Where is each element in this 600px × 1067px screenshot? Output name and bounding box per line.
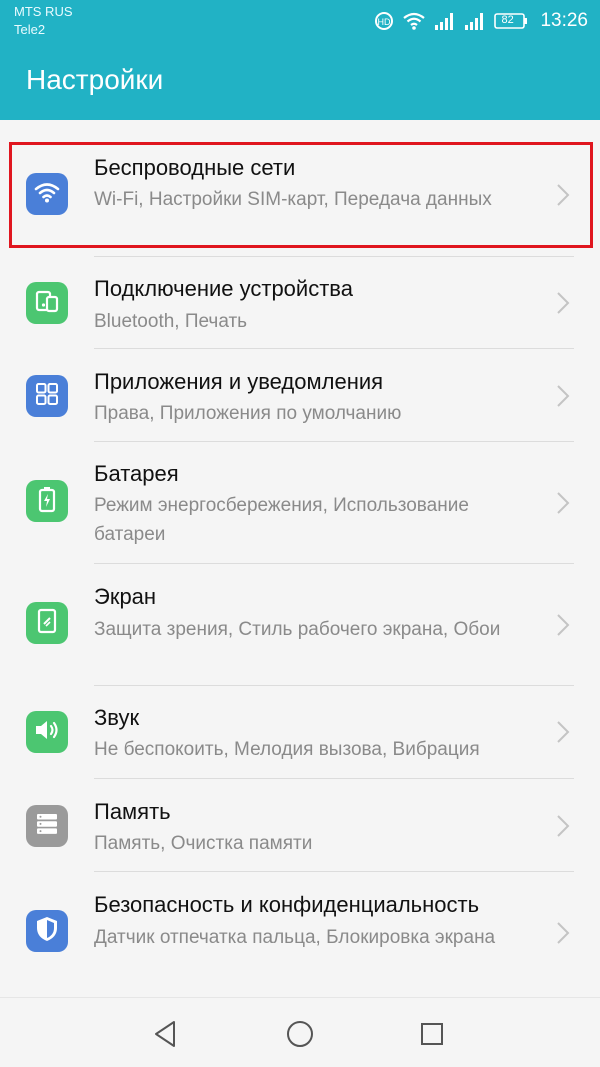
display-icon-tile [26, 602, 68, 644]
settings-item-security[interactable]: Безопасность и конфиденциальность Датчик… [0, 872, 600, 992]
back-icon[interactable] [148, 1016, 184, 1052]
carrier-2: Tele2 [14, 22, 46, 37]
battery-icon: 82 [494, 12, 528, 30]
svg-text:HD: HD [378, 17, 391, 27]
chevron-right-icon [557, 721, 570, 743]
device-connection-icon-tile [26, 282, 68, 324]
storage-icon-tile [26, 805, 68, 847]
highlight-frame [9, 142, 593, 248]
settings-item-title: Безопасность и конфиденциальность [94, 892, 480, 917]
shield-icon-tile [26, 910, 68, 952]
settings-item-storage[interactable]: Память Память, Очистка памяти [0, 779, 600, 871]
status-bar: MTS RUS Tele2 HD 82 13:26 [0, 0, 600, 48]
speaker-icon [33, 717, 61, 748]
signal-icon [434, 11, 456, 31]
apps-grid-icon-tile [26, 375, 68, 417]
settings-item-subtitle: Датчик отпечатка пальца, Блокировка экра… [94, 927, 496, 948]
status-icons: HD 82 13:26 [374, 8, 588, 34]
signal-icon [464, 11, 486, 31]
hd-call-icon: HD [374, 11, 394, 31]
settings-item-subtitle: Режим энергосбережения, Использование ба… [94, 495, 469, 545]
battery-level: 82 [501, 14, 514, 26]
settings-item-title: Приложения и уведомления [94, 369, 384, 394]
clock: 13:26 [540, 10, 588, 31]
navigation-bar [0, 997, 600, 1067]
settings-item-subtitle: Bluetooth, Печать [94, 311, 248, 332]
settings-item-title: Звук [94, 705, 140, 730]
wifi-icon [402, 11, 426, 31]
speaker-icon-tile [26, 711, 68, 753]
settings-item-display[interactable]: Экран Защита зрения, Стиль рабочего экра… [0, 564, 600, 685]
app-bar: Настройки [0, 48, 600, 120]
chevron-right-icon [557, 385, 570, 407]
battery-icon [34, 485, 60, 518]
chevron-right-icon [557, 492, 570, 514]
battery-icon-tile [26, 480, 68, 522]
recents-icon[interactable] [414, 1016, 450, 1052]
settings-item-sound[interactable]: Звук Не беспокоить, Мелодия вызова, Вибр… [0, 686, 600, 778]
chevron-right-icon [557, 922, 570, 944]
display-icon [34, 607, 60, 640]
chevron-right-icon [557, 815, 570, 837]
settings-item-apps[interactable]: Приложения и уведомления Права, Приложен… [0, 349, 600, 441]
settings-item-title: Батарея [94, 461, 179, 486]
settings-item-subtitle: Память, Очистка памяти [94, 833, 313, 854]
device-connection-icon [34, 288, 60, 319]
settings-item-title: Экран [94, 584, 157, 609]
chevron-right-icon [557, 292, 570, 314]
settings-item-title: Память [94, 799, 171, 824]
settings-item-subtitle: Защита зрения, Стиль рабочего экрана, Об… [94, 619, 501, 640]
shield-icon [34, 915, 60, 948]
home-icon[interactable] [282, 1016, 318, 1052]
settings-item-subtitle: Не беспокоить, Мелодия вызова, Вибрация [94, 739, 480, 760]
chevron-right-icon [557, 614, 570, 636]
settings-item-title: Подключение устройства [94, 276, 353, 301]
settings-item-battery[interactable]: Батарея Режим энергосбережения, Использо… [0, 442, 600, 563]
settings-item-subtitle: Права, Приложения по умолчанию [94, 403, 402, 424]
apps-grid-icon [34, 381, 60, 412]
settings-item-device-connection[interactable]: Подключение устройства Bluetooth, Печать [0, 257, 600, 348]
page-title: Настройки [26, 64, 164, 95]
carrier-1: MTS RUS [14, 4, 73, 19]
storage-icon [34, 811, 60, 842]
